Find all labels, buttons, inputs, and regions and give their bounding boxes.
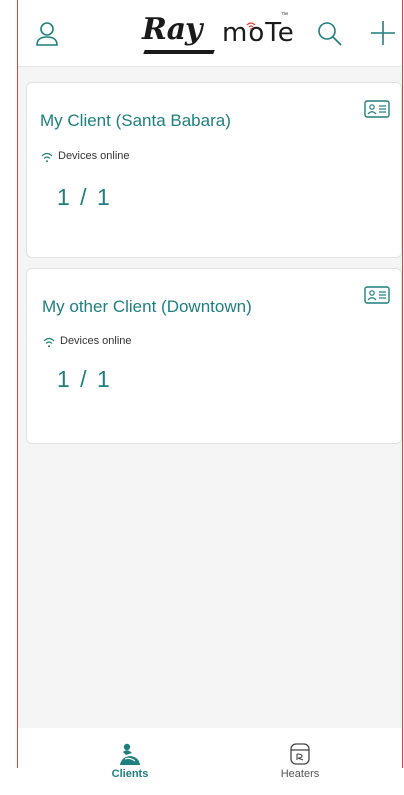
user-profile-button[interactable] [32,18,62,48]
logo-ray-text: Ray [142,12,202,47]
logo-mote-text: moTe [222,18,295,48]
nav-label-heaters: Heaters [280,768,320,780]
wifi-icon [41,152,53,163]
client-name: My other Client (Downtown) [42,297,252,316]
contact-card-icon[interactable] [364,100,390,118]
contact-card-icon[interactable] [364,286,390,304]
app-frame: Ray moTe ™ My Client (Santa Babara) Devi… [17,0,403,780]
search-button[interactable] [314,18,344,48]
raymote-logo: Ray moTe ™ [142,12,300,58]
status-label: Devices online [58,150,130,162]
add-icon [371,21,395,45]
app-header: Ray moTe ™ [18,0,402,67]
logo-underline [143,50,215,54]
clients-icon [120,743,140,765]
client-card[interactable]: My other Client (Downtown) Devices onlin… [26,268,402,444]
heater-icon [290,743,310,765]
nav-tab-heaters[interactable]: Heaters [260,742,340,784]
wifi-icon [43,337,55,348]
bottom-navigation: Clients Heaters [18,728,402,780]
user-icon [36,22,58,46]
nav-label-clients: Clients [111,768,149,780]
nav-tab-clients[interactable]: Clients [90,742,170,784]
devices-count: 1 / 1 [57,184,112,210]
status-label: Devices online [60,335,132,347]
logo-wifi-icon [246,22,256,30]
search-icon [318,22,342,46]
client-name: My Client (Santa Babara) [40,111,231,130]
devices-count: 1 / 1 [57,366,112,392]
client-card[interactable]: My Client (Santa Babara) Devices online … [26,82,402,258]
logo-trademark: ™ [281,12,288,19]
add-client-button[interactable] [368,18,398,48]
